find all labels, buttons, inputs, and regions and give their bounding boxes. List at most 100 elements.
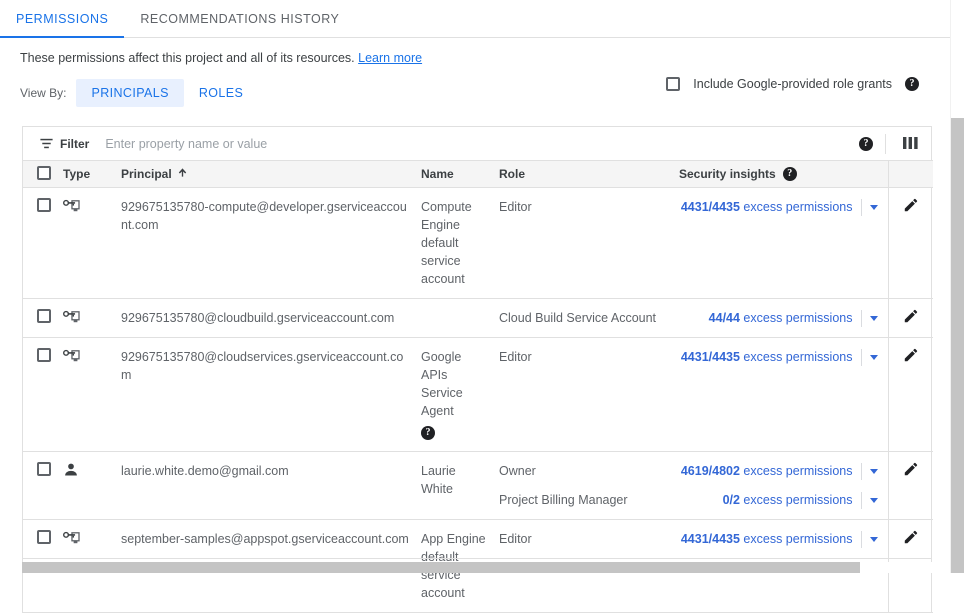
excess-permissions-count: 4619/4802 (681, 464, 740, 478)
excess-permissions-suffix: excess permissions (740, 464, 853, 478)
row-edit-cell (888, 338, 933, 452)
service-account-icon (63, 309, 80, 324)
edit-icon[interactable] (903, 352, 919, 366)
table-row[interactable]: 929675135780-compute@developer.gservicea… (23, 188, 933, 299)
view-by-label: View By: (20, 86, 66, 100)
permissions-table: Type Principal Name (23, 160, 933, 613)
column-display-options-icon[interactable] (898, 136, 923, 151)
service-account-icon (63, 348, 80, 363)
row-checkbox[interactable] (37, 462, 51, 476)
insight-divider (861, 531, 862, 548)
chevron-down-icon[interactable] (870, 316, 878, 321)
header-role-label: Role (499, 167, 525, 181)
horizontal-scrollbar[interactable] (22, 562, 932, 573)
row-roles: Cloud Build Service Account (493, 299, 673, 338)
row-checkbox[interactable] (37, 348, 51, 362)
header-security-insights-label: Security insights (679, 167, 776, 181)
table-row[interactable]: laurie.white.demo@gmail.com Laurie White… (23, 452, 933, 520)
vertical-scrollbar-thumb[interactable] (951, 118, 964, 573)
chevron-down-icon[interactable] (870, 355, 878, 360)
tab-recommendations-history[interactable]: RECOMMENDATIONS HISTORY (124, 0, 355, 37)
row-insights: 4431/4435 excess permissions (673, 338, 888, 452)
row-name: Laurie White (415, 452, 493, 520)
header-type[interactable]: Type (57, 161, 115, 188)
include-google-grants-label: Include Google-provided role grants (693, 77, 892, 91)
chevron-down-icon[interactable] (870, 205, 878, 210)
excess-permissions-link[interactable]: 4431/4435 excess permissions (681, 348, 853, 366)
include-google-grants-help-icon[interactable]: ? (905, 77, 919, 91)
edit-icon[interactable] (903, 313, 919, 327)
filter-input[interactable] (103, 136, 859, 152)
row-name-help-icon[interactable]: ? (421, 426, 435, 440)
excess-permissions-link[interactable]: 0/2 excess permissions (723, 491, 853, 509)
tab-permissions[interactable]: PERMISSIONS (0, 0, 124, 37)
filter-divider (885, 134, 886, 154)
select-all-checkbox[interactable] (37, 166, 51, 180)
chevron-down-icon[interactable] (870, 498, 878, 503)
user-icon (63, 462, 79, 478)
tab-permissions-label: PERMISSIONS (16, 12, 108, 26)
view-by-row: View By: PRINCIPALS ROLES Include Google… (0, 65, 965, 107)
row-principal: 929675135780@cloudbuild.gserviceaccount.… (115, 299, 415, 338)
select-all-header (23, 161, 57, 188)
vertical-scrollbar[interactable] (950, 0, 965, 573)
excess-permissions-count: 4431/4435 (681, 532, 740, 546)
row-name-cell: Google APIs Service Agent ? (415, 338, 493, 452)
edit-icon[interactable] (903, 534, 919, 548)
insight-row: 0/2 excess permissions (679, 491, 888, 509)
header-edit (888, 161, 933, 188)
horizontal-scrollbar-thumb[interactable] (22, 562, 860, 573)
view-by-principals[interactable]: PRINCIPALS (76, 79, 183, 107)
header-principal[interactable]: Principal (115, 161, 415, 188)
row-select-cell (23, 452, 57, 520)
filter-help-icon[interactable]: ? (859, 137, 873, 151)
service-account-icon (63, 530, 80, 545)
insight-divider (861, 492, 862, 509)
insight-divider (861, 310, 862, 327)
panel-bottom-border (22, 558, 932, 559)
tab-recommendations-history-label: RECOMMENDATIONS HISTORY (140, 12, 339, 26)
excess-permissions-link[interactable]: 44/44 excess permissions (709, 309, 853, 327)
excess-permissions-link[interactable]: 4431/4435 excess permissions (681, 530, 853, 548)
row-type-cell (57, 338, 115, 452)
table-body: 929675135780-compute@developer.gservicea… (23, 188, 933, 613)
edit-icon[interactable] (903, 202, 919, 216)
chevron-down-icon[interactable] (870, 469, 878, 474)
include-google-grants-group: Include Google-provided role grants ? (666, 77, 919, 91)
excess-permissions-suffix: excess permissions (740, 493, 853, 507)
insight-row: 4431/4435 excess permissions (679, 348, 888, 366)
excess-permissions-link[interactable]: 4619/4802 excess permissions (681, 462, 853, 480)
filter-label: Filter (60, 137, 89, 151)
table-row[interactable]: 929675135780@cloudbuild.gserviceaccount.… (23, 299, 933, 338)
row-roles: Editor (493, 188, 673, 299)
role-label: Owner (499, 462, 667, 480)
filter-icon[interactable] (39, 136, 54, 151)
edit-icon[interactable] (903, 466, 919, 480)
row-checkbox[interactable] (37, 198, 51, 212)
header-principal-label: Principal (121, 167, 172, 181)
excess-permissions-count: 0/2 (723, 493, 740, 507)
row-select-cell (23, 299, 57, 338)
row-type-cell (57, 299, 115, 338)
row-checkbox[interactable] (37, 309, 51, 323)
header-security-insights[interactable]: Security insights ? (673, 161, 888, 188)
chevron-down-icon[interactable] (870, 537, 878, 542)
include-google-grants-checkbox[interactable] (666, 77, 680, 91)
security-insights-help-icon[interactable]: ? (783, 167, 797, 181)
header-name[interactable]: Name (415, 161, 493, 188)
learn-more-link[interactable]: Learn more (358, 51, 422, 65)
view-by-roles[interactable]: ROLES (184, 79, 258, 107)
header-role[interactable]: Role (493, 161, 673, 188)
insight-row: 4431/4435 excess permissions (679, 530, 888, 548)
table-row[interactable]: 929675135780@cloudservices.gserviceaccou… (23, 338, 933, 452)
row-principal: laurie.white.demo@gmail.com (115, 452, 415, 520)
table-header-row: Type Principal Name (23, 161, 933, 188)
excess-permissions-link[interactable]: 4431/4435 excess permissions (681, 198, 853, 216)
row-checkbox[interactable] (37, 530, 51, 544)
role-label: Editor (499, 348, 667, 366)
sort-ascending-icon[interactable] (177, 167, 188, 181)
description-text: These permissions affect this project an… (20, 51, 355, 65)
excess-permissions-suffix: excess permissions (740, 532, 853, 546)
excess-permissions-count: 4431/4435 (681, 350, 740, 364)
row-principal: 929675135780@cloudservices.gserviceaccou… (115, 338, 415, 452)
